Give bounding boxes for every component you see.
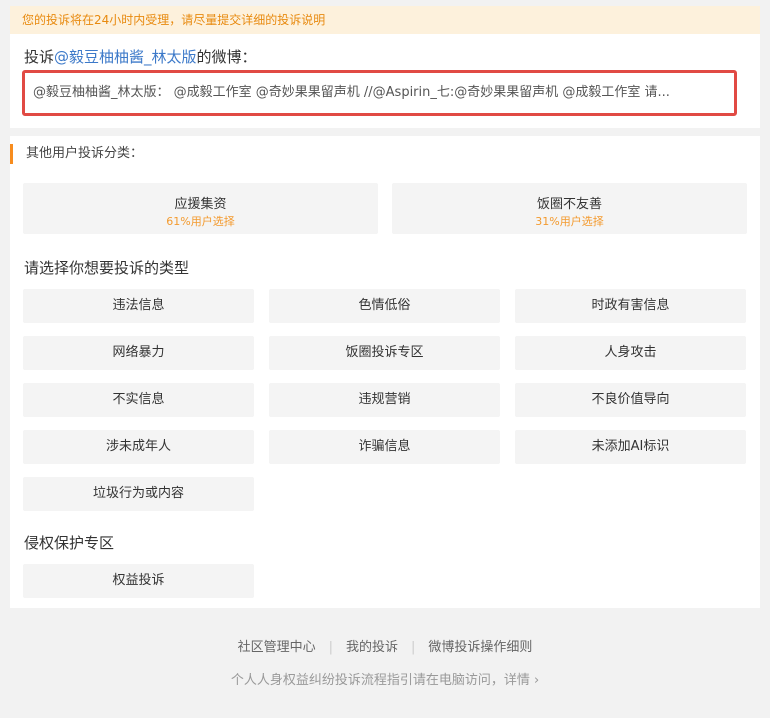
popular-category-name: 应援集资 bbox=[174, 197, 227, 212]
footer-link-my-complaints[interactable]: 我的投诉 bbox=[346, 640, 398, 655]
popular-category-button[interactable]: 饭圈不友善 31%用户选择 bbox=[392, 183, 747, 234]
popular-category-name: 饭圈不友善 bbox=[536, 197, 602, 212]
category-button[interactable]: 未添加AI标识 bbox=[515, 430, 746, 464]
category-button[interactable]: 垃圾行为或内容 bbox=[23, 477, 254, 511]
category-button[interactable]: 不良价值导向 bbox=[515, 383, 746, 417]
category-button[interactable]: 违法信息 bbox=[23, 289, 254, 323]
category-button[interactable]: 人身攻击 bbox=[515, 336, 746, 370]
popular-category-pct: 31%用户选择 bbox=[535, 215, 604, 228]
footer-separator: | bbox=[328, 640, 333, 655]
footer-links: 社区管理中心 | 我的投诉 | 微博投诉操作细则 bbox=[0, 636, 770, 655]
category-button[interactable]: 网络暴力 bbox=[23, 336, 254, 370]
footer-note-text: 个人人身权益纠纷投诉流程指引请在电脑访问，详情 bbox=[230, 673, 530, 688]
popular-category-button[interactable]: 应援集资 61%用户选择 bbox=[23, 183, 378, 234]
category-button[interactable]: 色情低俗 bbox=[269, 289, 500, 323]
category-button[interactable]: 时政有害信息 bbox=[515, 289, 746, 323]
rights-complaint-button[interactable]: 权益投诉 bbox=[23, 564, 254, 598]
category-button[interactable]: 不实信息 bbox=[23, 383, 254, 417]
target-title: 投诉@毅豆柚柚酱_林太版的微博： bbox=[24, 46, 257, 67]
chevron-right-icon: › bbox=[533, 673, 540, 688]
target-post-text: @毅豆柚柚酱_林太版： @成毅工作室 @奇妙果果留声机 //@Aspirin_七… bbox=[22, 70, 737, 116]
category-button[interactable]: 诈骗信息 bbox=[269, 430, 500, 464]
other-users-title: 其他用户投诉分类： bbox=[10, 144, 143, 164]
target-prefix: 投诉 bbox=[24, 48, 55, 66]
popular-category-pct: 61%用户选择 bbox=[166, 215, 235, 228]
target-card: 投诉@毅豆柚柚酱_林太版的微博： @毅豆柚柚酱_林太版： @成毅工作室 @奇妙果… bbox=[10, 34, 760, 128]
complaint-card: 其他用户投诉分类： 应援集资 61%用户选择 饭圈不友善 31%用户选择 请选择… bbox=[10, 136, 760, 608]
type-section-title: 请选择你想要投诉的类型 bbox=[24, 259, 190, 277]
target-user-link[interactable]: @毅豆柚柚酱_林太版 bbox=[54, 48, 197, 66]
notice-banner: 您的投诉将在24小时内受理，请尽量提交详细的投诉说明 bbox=[10, 6, 760, 34]
category-button[interactable]: 涉未成年人 bbox=[23, 430, 254, 464]
category-button[interactable]: 违规营销 bbox=[269, 383, 500, 417]
category-button[interactable]: 饭圈投诉专区 bbox=[269, 336, 500, 370]
footer-note[interactable]: 个人人身权益纠纷投诉流程指引请在电脑访问，详情 › bbox=[0, 669, 770, 688]
target-suffix: 的微博： bbox=[196, 48, 257, 66]
rights-section-title: 侵权保护专区 bbox=[24, 534, 115, 552]
footer-link-rules[interactable]: 微博投诉操作细则 bbox=[428, 640, 532, 655]
footer-separator: | bbox=[411, 640, 416, 655]
footer-link-community[interactable]: 社区管理中心 bbox=[238, 640, 316, 655]
